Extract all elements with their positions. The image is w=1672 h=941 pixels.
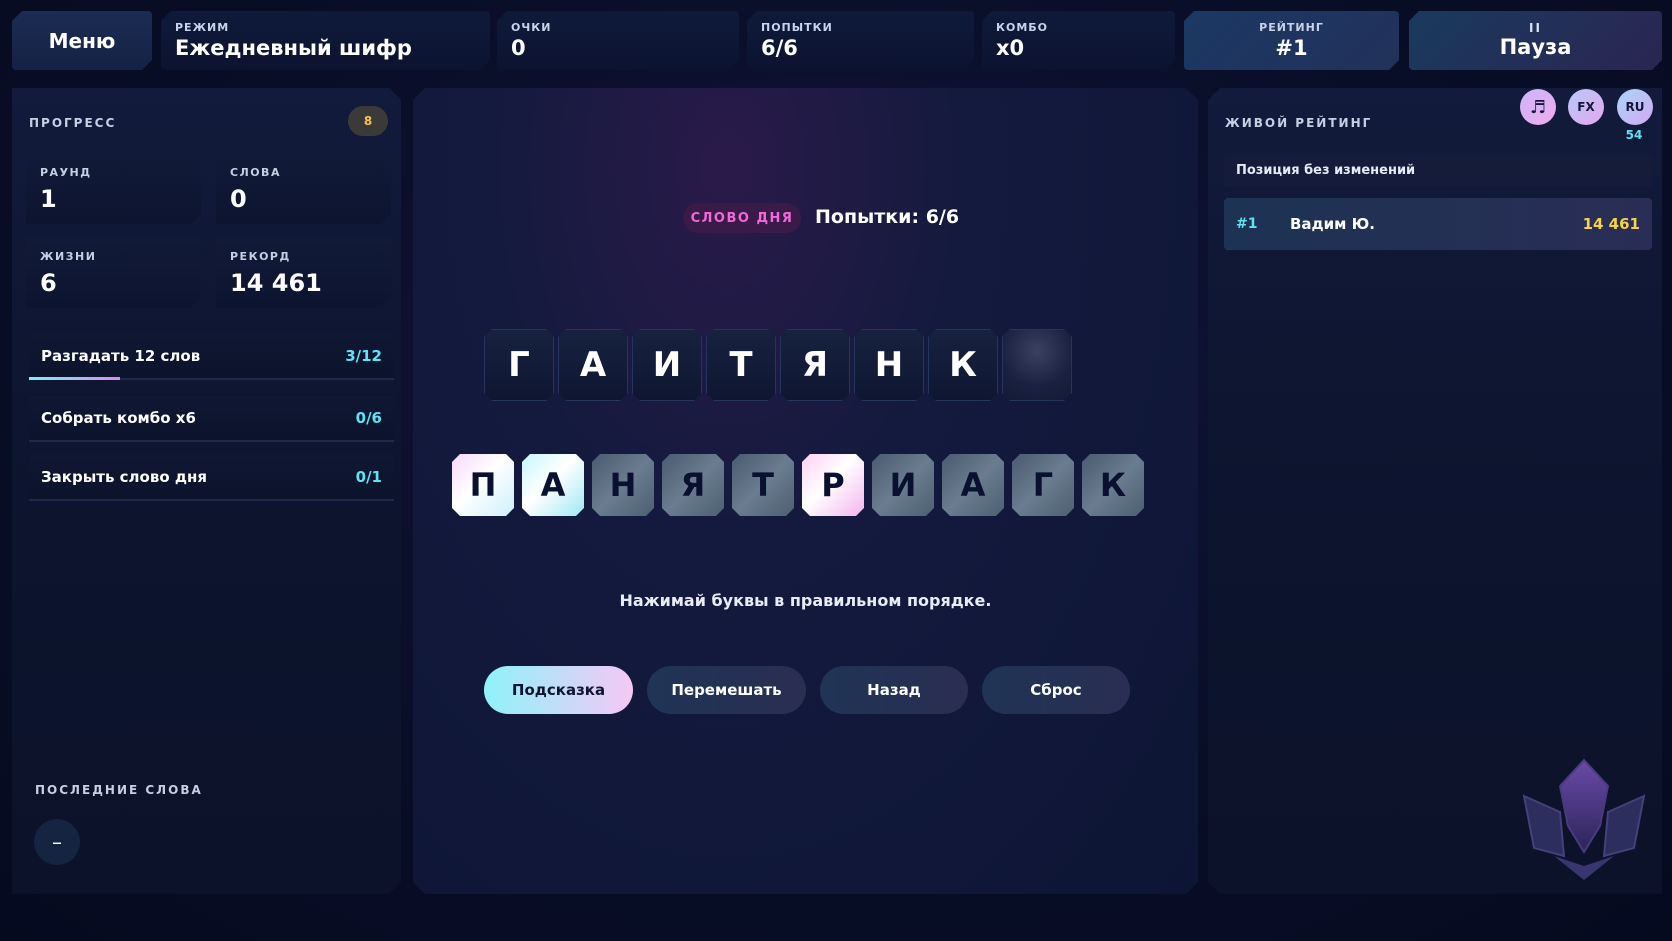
progress-panel: ПРОГРЕСС 8 РАУНД 1 СЛОВА 0 ЖИЗНИ 6 РЕКОР… [12, 88, 401, 894]
letter-tile[interactable]: К [1082, 454, 1144, 516]
task-daily-word: Закрыть слово дня 0/1 [29, 455, 394, 501]
pause-button[interactable]: II Пауза [1409, 11, 1662, 70]
recent-words-toggle[interactable]: – [34, 819, 80, 865]
reset-button[interactable]: Сброс [982, 666, 1130, 714]
stat-lives-label: ЖИЗНИ [40, 250, 97, 263]
rank-crest-icon [1504, 756, 1664, 884]
pause-icon: II [1529, 21, 1542, 35]
tries-value: 6/6 [761, 36, 798, 60]
stat-record: РЕКОРД 14 461 [216, 238, 391, 308]
progress-title: ПРОГРЕСС [29, 116, 117, 130]
letter-tile[interactable]: А [522, 454, 584, 516]
task-name: Разгадать 12 слов [41, 347, 201, 365]
mode-label: РЕЖИМ [175, 21, 230, 34]
letter-tile[interactable]: Я [662, 454, 724, 516]
rating-value: #1 [1275, 36, 1308, 60]
answer-slot[interactable] [1002, 329, 1072, 401]
fx-label: FX [1577, 100, 1595, 114]
stat-round-label: РАУНД [40, 166, 92, 179]
answer-slot[interactable]: Н [854, 329, 924, 401]
stat-round-value: 1 [40, 185, 57, 213]
letter-tile[interactable]: Г [1012, 454, 1074, 516]
letter-tile[interactable]: Н [592, 454, 654, 516]
answer-slot[interactable]: И [632, 329, 702, 401]
progress-badge: 8 [348, 106, 388, 136]
leaderboard-row[interactable]: #1 Вадим Ю. 14 461 [1224, 198, 1652, 250]
stat-round: РАУНД 1 [26, 154, 201, 224]
letter-tile[interactable]: П [452, 454, 514, 516]
task-name: Закрыть слово дня [41, 468, 207, 486]
instruction-text: Нажимай буквы в правильном порядке. [619, 591, 992, 610]
combo-display: КОМБО x0 [982, 11, 1175, 70]
stat-record-value: 14 461 [230, 269, 322, 297]
tries-label: ПОПЫТКИ [761, 21, 833, 34]
leaderboard-rank: #1 [1236, 216, 1258, 232]
language-toggle[interactable]: RU [1617, 89, 1653, 125]
answer-slot[interactable]: Я [780, 329, 850, 401]
leaderboard-title: ЖИВОЙ РЕЙТИНГ [1225, 116, 1373, 130]
language-label: RU [1625, 100, 1645, 114]
rating-button[interactable]: РЕЙТИНГ #1 [1184, 11, 1399, 70]
answer-slot[interactable]: К [928, 329, 998, 401]
recent-words-title: ПОСЛЕДНИЕ СЛОВА [35, 783, 203, 797]
game-screen: Меню РЕЖИМ Ежедневный шифр ОЧКИ 0 ПОПЫТК… [0, 0, 1672, 941]
combo-label: КОМБО [996, 21, 1049, 34]
task-name: Собрать комбо х6 [41, 409, 196, 427]
rating-label: РЕЙТИНГ [1259, 21, 1324, 34]
leaderboard-name: Вадим Ю. [1290, 215, 1375, 233]
task-progress-bar [29, 377, 120, 380]
pause-label: Пауза [1499, 35, 1572, 59]
fx-toggle[interactable]: FX [1568, 89, 1604, 125]
letter-tile[interactable]: А [942, 454, 1004, 516]
leaderboard-panel: ЖИВОЙ РЕЙТИНГ ♬ FX RU 54 Позиция без изм… [1208, 88, 1662, 894]
music-icon: ♬ [1529, 96, 1547, 118]
combo-value: x0 [996, 36, 1025, 60]
shuffle-button[interactable]: Перемешать [647, 666, 806, 714]
stat-lives-value: 6 [40, 269, 57, 297]
task-count: 3/12 [345, 347, 382, 365]
mode-display: РЕЖИМ Ежедневный шифр [161, 11, 490, 70]
stat-record-label: РЕКОРД [230, 250, 291, 263]
back-button[interactable]: Назад [820, 666, 968, 714]
task-solve-words: Разгадать 12 слов 3/12 [29, 334, 394, 380]
answer-slot[interactable]: Т [706, 329, 776, 401]
daily-word-badge: СЛОВО ДНЯ [683, 203, 801, 233]
position-status: Позиция без изменений [1224, 153, 1652, 187]
hint-button[interactable]: Подсказка [484, 666, 633, 714]
letter-tile[interactable]: И [872, 454, 934, 516]
task-count: 0/6 [355, 409, 382, 427]
menu-button[interactable]: Меню [12, 11, 152, 70]
stat-words-label: СЛОВА [230, 166, 281, 179]
stat-lives: ЖИЗНИ 6 [26, 238, 201, 308]
task-count: 0/1 [355, 468, 382, 486]
music-toggle[interactable]: ♬ [1520, 89, 1556, 125]
answer-slot[interactable]: А [558, 329, 628, 401]
stat-words: СЛОВА 0 [216, 154, 391, 224]
online-count: 54 [1625, 128, 1643, 142]
task-combo: Собрать комбо х6 0/6 [29, 396, 394, 442]
score-display: ОЧКИ 0 [497, 11, 739, 70]
tries-display: ПОПЫТКИ 6/6 [747, 11, 974, 70]
letter-tile[interactable]: Т [732, 454, 794, 516]
leaderboard-score: 14 461 [1582, 215, 1640, 233]
game-board: СЛОВО ДНЯ Попытки: 6/6 ГАИТЯНК ПАНЯТРИАГ… [413, 88, 1198, 894]
stat-words-value: 0 [230, 185, 247, 213]
score-label: ОЧКИ [511, 21, 552, 34]
score-value: 0 [511, 36, 526, 60]
answer-slot[interactable]: Г [484, 329, 554, 401]
menu-button-label: Меню [48, 28, 116, 53]
tries-text: Попытки: 6/6 [815, 206, 960, 228]
mode-value: Ежедневный шифр [175, 36, 412, 60]
letter-tile[interactable]: Р [802, 454, 864, 516]
